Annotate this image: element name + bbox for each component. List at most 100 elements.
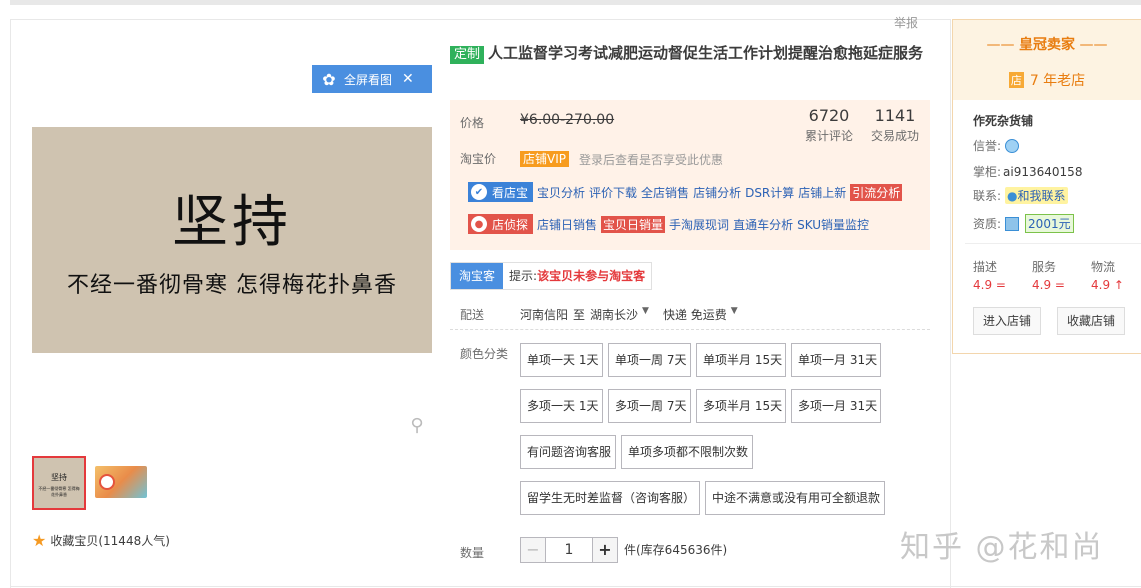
vip-note: 登录后查看是否享受此优惠 [579,153,724,167]
enter-store-button[interactable]: 进入店铺 [973,307,1042,335]
main-image-small-text: 不经一番彻骨寒 怎得梅花扑鼻香 [67,273,397,298]
kandianbao-icon: ✔ [471,184,487,200]
divider [965,243,1141,244]
store-vip-badge[interactable]: 店铺VIP [520,151,569,167]
seller-panel: —— 皇冠卖家 —— 店 7 年老店 作死杂货铺 信誉: 掌柜: ai91364… [952,19,1141,354]
tool-link-daily-sales[interactable]: 店铺日销售 [537,216,597,233]
product-title-text: 人工监督学习考试减肥运动督促生活工作计划提醒治愈拖延症服务 [488,44,924,62]
thumbnail-2[interactable] [95,466,147,498]
product-title: 定制 人工监督学习考试减肥运动督促生活工作计划提醒治愈拖延症服务 [450,42,930,64]
tool-link-ztc-analysis[interactable]: 直通车分析 [733,216,793,233]
top-divider [10,0,1141,5]
fullscreen-view-button[interactable]: ✿ 全屏看图 ✕ [312,65,432,93]
option-multi-half-month[interactable]: 多项半月 15天 [696,389,786,423]
option-single-half-month[interactable]: 单项半月 15天 [696,343,786,377]
tool-link-dsr[interactable]: DSR计算 [745,184,794,201]
store-icon: 店 [1008,72,1024,88]
contact-row: 联系: ●和我联系 [973,187,1068,204]
option-multi-week[interactable]: 多项一周 7天 [608,389,691,423]
decrease-button[interactable]: − [520,537,546,563]
shipping-select[interactable]: 快递 免运费 [663,306,727,323]
tool-link-review-download[interactable]: 评价下载 [589,184,637,201]
thumbnail-1[interactable]: 坚持 不经一番彻骨寒 怎得梅花扑鼻香 [32,456,86,510]
zoom-search-icon[interactable]: ⚲ [406,415,428,437]
diantan-badge[interactable]: ● 店侦探 [468,214,534,234]
kandianbao-toolbar: ✔ 看店宝 宝贝分析 评价下载 全店销售 店铺分析 DSR计算 店铺上新 引流分… [468,182,906,202]
option-unlimited[interactable]: 单项多项都不限制次数 [621,435,753,469]
option-multi-month[interactable]: 多项一月 31天 [791,389,881,423]
option-ask-service[interactable]: 有问题咨询客服 [520,435,616,469]
deposit-badge[interactable]: 2001元 [1025,214,1074,233]
option-refund[interactable]: 中途不满意或没有用可全额退款 [705,481,885,515]
divider [450,329,930,330]
favorite-label: 收藏宝贝 [50,534,99,548]
contact-me-button[interactable]: ●和我联系 [1005,187,1068,204]
owner-label: 掌柜: [973,165,1002,179]
credit-medal-icon [1005,138,1020,153]
tool-link-new-items[interactable]: 店铺上新 [798,184,846,201]
option-single-day[interactable]: 单项一天 1天 [520,343,603,377]
license-icon[interactable] [1005,216,1020,231]
main-product-image: 坚持 不经一番彻骨寒 怎得梅花扑鼻香 [32,127,432,353]
kandianbao-badge[interactable]: ✔ 看店宝 [468,182,534,202]
deals-label: 交易成功 [871,129,920,143]
alarm-clock-icon [99,474,115,490]
star-icon: ★ [32,531,47,550]
option-single-month[interactable]: 单项一月 31天 [791,343,881,377]
taobaoke-bar: 淘宝客 提示:该宝贝未参与淘宝客 [450,262,653,290]
tool-link-sku-monitor[interactable]: SKU销量监控 [797,216,869,233]
reviews-label: 累计评论 [805,129,854,143]
option-multi-day[interactable]: 多项一天 1天 [520,389,603,423]
main-image-big-text: 坚持 [172,190,292,255]
owner-row: 掌柜: ai913640158 [973,163,1082,180]
quantity-label: 数量 [460,546,485,560]
price-value: ¥6.00-270.00 [520,112,615,128]
delivery-label: 配送 [460,308,485,322]
score-service: 服务 4.9 = [1032,260,1065,292]
stock-info: 件(库存645636件) [624,543,728,557]
quantity-input[interactable]: 1 [546,537,592,563]
custom-tag: 定制 [450,46,485,64]
option-overseas-student[interactable]: 留学生无时差监督（咨询客服） [520,481,700,515]
option-single-week[interactable]: 单项一周 7天 [608,343,691,377]
tool-link-item-analysis[interactable]: 宝贝分析 [537,184,585,201]
fullscreen-label: 全屏看图 [344,72,393,87]
tool-link-store-analysis[interactable]: 店铺分析 [693,184,741,201]
wangwang-icon: ● [1007,189,1018,203]
favorite-count: (11448人气) [98,534,170,548]
taobaoke-label: 淘宝客 [451,263,504,289]
favorite-store-button[interactable]: 收藏店铺 [1057,307,1126,335]
credit-row: 信誉: [973,137,1020,154]
diantan-toolbar: ● 店侦探 店铺日销售 宝贝日销量 手淘展现词 直通车分析 SKU销量监控 [468,214,873,234]
tool-link-store-sales[interactable]: 全店销售 [641,184,689,201]
deals-stat: 1141 交易成功 [871,106,919,144]
increase-button[interactable]: + [592,537,618,563]
credit-label: 信誉: [973,139,1002,153]
price-label: 价格 [460,116,485,130]
close-icon[interactable]: ✕ [402,71,414,87]
chevron-down-icon[interactable]: ▼ [731,306,738,323]
delivery-to-word: 至 [573,308,586,322]
deals-count: 1141 [874,106,916,125]
delivery-destination-select[interactable]: 湖南长沙 [590,306,638,323]
thumb1-big-text: 坚持 [51,473,67,482]
chevron-down-icon[interactable]: ▼ [642,306,649,323]
seller-header: —— 皇冠卖家 —— 店 7 年老店 [953,20,1141,100]
tool-link-traffic-analysis[interactable]: 引流分析 [850,183,903,201]
qualification-label: 资质: [973,217,1002,231]
store-name[interactable]: 作死杂货铺 [973,112,1033,129]
reviews-stat[interactable]: 6720 累计评论 [805,106,853,144]
score-description: 描述 4.9 = [973,260,1006,292]
taobaoke-tip: 提示:该宝贝未参与淘宝客 [509,269,646,283]
delivery-row: 配送 河南信阳 至 湖南长沙 ▼ 快递 免运费 ▼ [460,306,752,323]
tool-link-item-daily-sales[interactable]: 宝贝日销量 [601,215,666,233]
score-logistics: 物流 4.9 ↑ [1091,260,1124,292]
tool-link-search-terms[interactable]: 手淘展现词 [669,216,729,233]
quantity-stepper: − 1 + 件(库存645636件) [520,537,727,563]
report-link[interactable]: 举报 [894,14,918,31]
store-age: 店 7 年老店 [953,70,1141,90]
delivery-from: 河南信阳 [520,308,569,322]
favorite-item-button[interactable]: ★ 收藏宝贝 (11448人气) [32,531,170,550]
thumb1-small-text: 不经一番彻骨寒 怎得梅花扑鼻香 [38,486,80,497]
owner-name: ai913640158 [1003,164,1083,179]
